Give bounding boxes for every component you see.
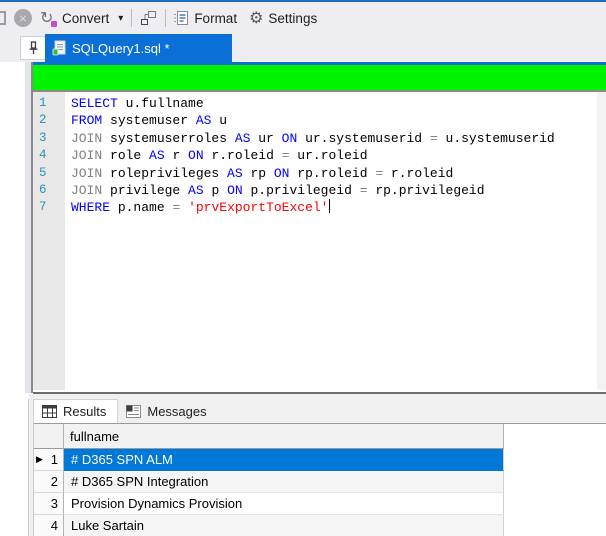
toolbar-separator: [165, 9, 167, 27]
row-header[interactable]: 2: [34, 471, 64, 493]
convert-dropdown-caret-icon[interactable]: ▾: [118, 13, 123, 24]
disabled-stop-icon: ×: [14, 9, 32, 27]
code-line: WHERE p.name = 'prvExportToExcel': [71, 199, 330, 216]
code-line: JOIN systemuserroles AS ur ON ur.systemu…: [71, 130, 555, 146]
code-line: JOIN privilege AS p ON p.privilegeid = r…: [71, 183, 485, 199]
code-line: SELECT u.fullname: [71, 96, 204, 111]
code-line: FROM systemuser AS u: [71, 113, 228, 129]
results-tab-label: Results: [63, 404, 107, 419]
format-label: Format: [194, 10, 238, 26]
table-row[interactable]: 3 Provision Dynamics Provision: [34, 493, 606, 515]
clipped-toolbar-icon: [0, 11, 6, 25]
messages-icon: [126, 404, 142, 418]
results-pane: Results Messages fullname ▶ 1 # D365 SPN…: [29, 394, 606, 536]
grid-header-row: fullname: [34, 423, 606, 449]
code-line: JOIN role AS r ON r.roleid = ur.roleid: [71, 148, 368, 164]
line-number: 6: [39, 183, 47, 198]
toolbar: × ↻ Convert ▾ Format ⚙ Settings: [0, 2, 606, 34]
results-grid: fullname ▶ 1 # D365 SPN ALM 2 # D365 SPN…: [33, 423, 606, 536]
left-panel-splitter[interactable]: [25, 62, 33, 393]
code-line: JOIN roleprivileges AS rp ON rp.roleid =…: [71, 165, 454, 181]
cell-fullname[interactable]: # D365 SPN Integration: [64, 471, 504, 493]
text-cursor: [328, 199, 330, 214]
sql-file-icon: [52, 40, 66, 56]
results-grid-icon: [42, 405, 57, 418]
row-number: 3: [50, 496, 58, 511]
messages-tab-label: Messages: [147, 403, 207, 419]
settings-label: Settings: [268, 10, 318, 26]
line-number: 4: [39, 148, 47, 163]
row-header[interactable]: 3: [34, 493, 64, 515]
row-header[interactable]: 4: [34, 515, 64, 536]
row-number: 1: [50, 452, 58, 467]
cell-fullname[interactable]: Luke Sartain: [64, 515, 504, 536]
table-row[interactable]: 4 Luke Sartain: [34, 515, 606, 536]
sql-editor[interactable]: 1 2 3 4 5 6 7 SELECT u.fullname FROM systemuser…: [33, 92, 606, 392]
line-number-gutter: 1 2 3 4 5 6 7: [33, 92, 65, 390]
convert-button[interactable]: ↻ Convert: [40, 9, 110, 27]
grid-corner-cell[interactable]: [34, 424, 64, 449]
cell-fullname[interactable]: # D365 SPN ALM: [64, 449, 504, 471]
tab-label: SQLQuery1.sql *: [72, 40, 170, 56]
schema-diagram-icon[interactable]: [140, 10, 157, 26]
convert-refresh-icon: ↻: [40, 9, 57, 27]
results-tabstrip: Results Messages: [33, 399, 218, 423]
current-row-pointer-icon: ▶: [36, 455, 43, 465]
settings-button[interactable]: ⚙ Settings: [249, 10, 317, 26]
table-row[interactable]: ▶ 1 # D365 SPN ALM: [34, 449, 606, 471]
line-number: 3: [39, 130, 47, 145]
line-number: 2: [39, 113, 47, 128]
convert-label: Convert: [62, 10, 110, 26]
toolbar-separator: [131, 9, 133, 27]
row-number: 4: [50, 518, 58, 533]
status-green-bar: [33, 65, 606, 92]
code-lines[interactable]: SELECT u.fullname FROM systemuser AS u JOI…: [65, 92, 597, 392]
tab-results[interactable]: Results: [33, 399, 119, 423]
document-tabstrip: SQLQuery1.sql *: [0, 34, 606, 62]
tab-sqlquery1[interactable]: SQLQuery1.sql *: [45, 34, 232, 62]
format-document-icon: [174, 10, 189, 26]
cell-fullname[interactable]: Provision Dynamics Provision: [64, 493, 504, 515]
row-number: 2: [50, 474, 58, 489]
column-header-fullname[interactable]: fullname: [64, 424, 504, 449]
pin-icon: [29, 41, 38, 54]
format-button[interactable]: Format: [174, 10, 237, 26]
line-number: 7: [39, 200, 47, 215]
line-number: 5: [39, 165, 47, 180]
tab-messages[interactable]: Messages: [118, 399, 217, 423]
row-header[interactable]: ▶ 1: [34, 449, 64, 471]
line-number: 1: [39, 96, 47, 110]
sql-editor-window: × ↻ Convert ▾ Format ⚙ Settings SQLQuery…: [0, 0, 606, 536]
table-row[interactable]: 2 # D365 SPN Integration: [34, 471, 606, 493]
gear-icon: ⚙: [249, 8, 264, 27]
pin-panel[interactable]: [20, 36, 47, 60]
editor-vertical-scrollbar[interactable]: [597, 92, 606, 390]
